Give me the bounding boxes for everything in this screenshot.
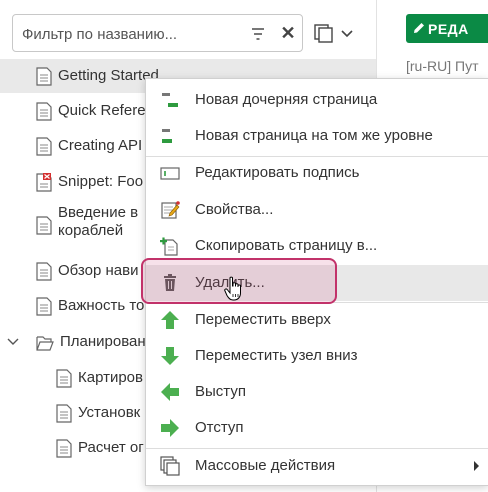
tree-item[interactable]: Введение в кораблей [0, 204, 145, 248]
tree-item-label: Creating API [58, 137, 143, 154]
menu-item-properties[interactable]: Свойства... [146, 192, 488, 228]
chevron-down-icon[interactable] [6, 337, 20, 347]
pencil-icon [414, 23, 424, 33]
folder-open-icon [36, 335, 54, 351]
edit-caption-icon [160, 167, 180, 180]
tree-item[interactable]: Snippet: Foo [0, 165, 145, 199]
tree-item[interactable]: Установк [0, 396, 145, 430]
tree-item[interactable]: Картиров [0, 361, 145, 395]
copy-page-icon [160, 237, 178, 256]
arrow-up-icon [161, 311, 179, 329]
copy-dropdown-icon[interactable] [314, 22, 356, 46]
tree-item-label: Установк [78, 404, 141, 421]
new-child-page-icon [162, 93, 178, 107]
bulk-actions-icon [160, 456, 180, 476]
tree-item[interactable]: Важность то [0, 289, 145, 323]
tree-item-folder[interactable]: Планирован [0, 325, 145, 359]
document-error-icon [36, 172, 52, 192]
menu-item-edit-caption[interactable]: Редактировать подпись [146, 155, 488, 191]
document-icon [56, 403, 72, 423]
submenu-arrow-icon [474, 461, 479, 471]
arrow-left-icon [161, 383, 179, 401]
close-icon[interactable]: ✕ [278, 23, 298, 43]
tree-item-label: Snippet: Foo [58, 173, 144, 190]
edit-button[interactable]: РЕДА [406, 14, 488, 43]
document-icon [36, 296, 52, 316]
page-title-fragment: [ru-RU] Пут [406, 58, 479, 74]
tree-item-label-line2: кораблей [58, 222, 124, 239]
tree-item-label: Введение в [58, 204, 139, 221]
tree-item-label: Важность то [58, 297, 145, 314]
tree-item-label: Quick Refere [58, 102, 145, 119]
document-icon [36, 216, 52, 235]
tree-item[interactable]: Creating API [0, 129, 145, 163]
arrow-down-icon [161, 347, 179, 365]
menu-item-new-child-page[interactable]: Новая дочерняя страница [146, 82, 488, 118]
tree-item[interactable]: Расчет ог [0, 431, 145, 465]
document-icon [56, 438, 72, 458]
properties-icon [161, 201, 180, 219]
menu-item-move-up[interactable]: Переместить вверх [146, 302, 488, 338]
document-icon [36, 261, 52, 281]
filter-input[interactable] [22, 24, 242, 44]
edit-button-label: РЕДА [428, 20, 469, 37]
document-icon [36, 136, 52, 156]
tree-item-label: Планирован [60, 333, 145, 350]
menu-item-new-sibling-page[interactable]: Новая страница на том же уровне [146, 118, 488, 154]
document-icon [56, 368, 72, 388]
document-icon [36, 101, 52, 121]
hand-cursor-icon [224, 276, 241, 301]
menu-item-bulk-actions[interactable]: Массовые действия [146, 448, 488, 484]
menu-item-outdent[interactable]: Выступ [146, 374, 488, 410]
new-sibling-page-icon [162, 129, 172, 143]
tree-item[interactable]: Quick Refere [0, 94, 145, 128]
tree-item-label: Getting Started [58, 67, 159, 84]
menu-item-indent[interactable]: Отступ [146, 410, 488, 446]
arrow-right-icon [161, 419, 179, 437]
document-icon [36, 66, 52, 86]
tree-item[interactable]: Обзор нави [0, 254, 145, 288]
filter-box: ✕ [12, 14, 303, 52]
tree-item-label: Картиров [78, 369, 143, 386]
tree-item-label: Расчет ог [78, 439, 144, 456]
menu-item-move-down[interactable]: Переместить узел вниз [146, 338, 488, 374]
filter-icon[interactable] [249, 25, 267, 43]
tree-item-label: Обзор нави [58, 262, 139, 279]
